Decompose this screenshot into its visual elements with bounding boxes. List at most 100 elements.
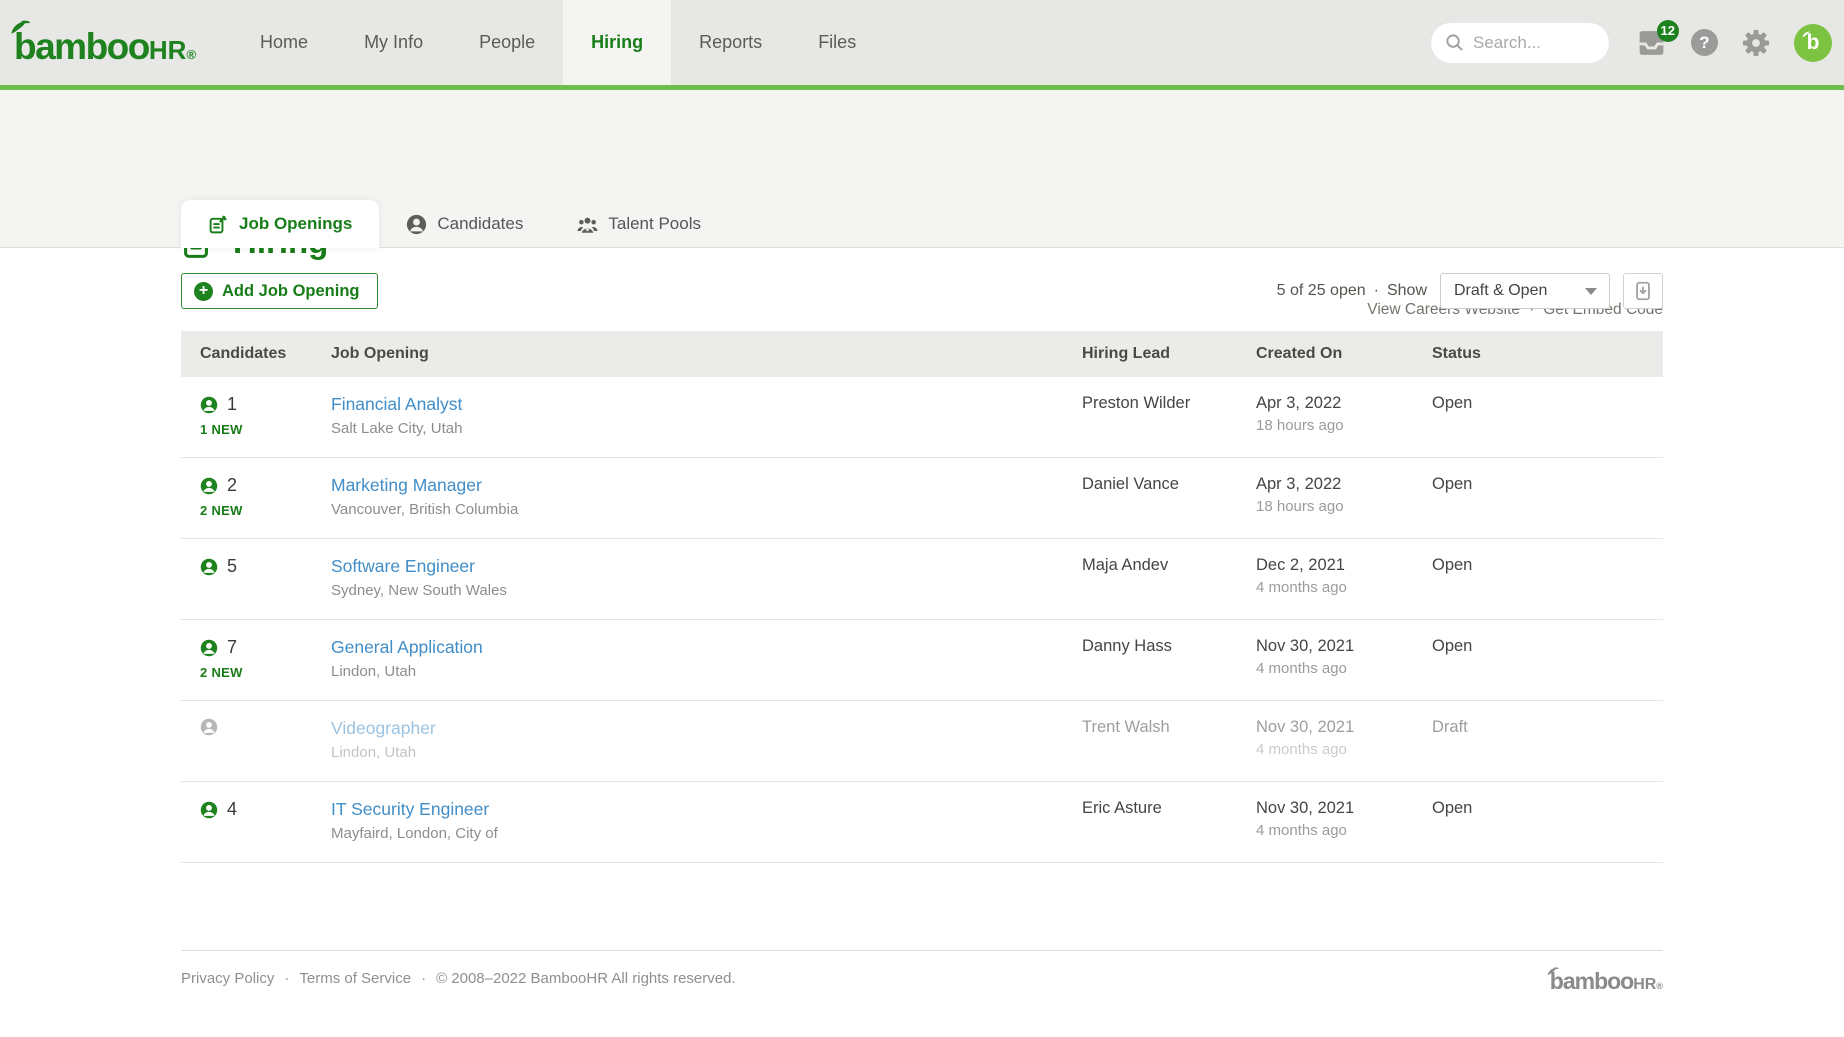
inbox-button[interactable]: 12 — [1635, 28, 1668, 58]
user-avatar[interactable]: b — [1794, 24, 1832, 62]
job-location: Mayfaird, London, City of — [331, 825, 1082, 842]
job-opening-cell: IT Security Engineer Mayfaird, London, C… — [331, 799, 1082, 848]
tab-job-openings-label: Job Openings — [239, 214, 352, 234]
header-candidates: Candidates — [200, 345, 331, 363]
tab-candidates-label: Candidates — [437, 214, 523, 234]
header-created-on: Created On — [1256, 345, 1432, 363]
list-controls: 5 of 25 open · Show Draft & Open — [1277, 273, 1663, 309]
candidates-count[interactable]: 5 — [227, 556, 237, 577]
new-candidates-badge[interactable]: 2 NEW — [200, 503, 331, 518]
status-value: Draft — [1432, 718, 1663, 767]
job-openings-table: Candidates Job Opening Hiring Lead Creat… — [181, 331, 1663, 863]
hiring-lead: Eric Asture — [1082, 799, 1256, 848]
notification-badge: 12 — [1657, 20, 1679, 42]
footer-logo-word: bamboo — [1550, 968, 1633, 995]
nav-hiring[interactable]: Hiring — [563, 0, 671, 85]
hiring-lead: Daniel Vance — [1082, 475, 1256, 524]
job-location: Lindon, Utah — [331, 663, 1082, 680]
nav-reports[interactable]: Reports — [671, 0, 790, 85]
footer-separator-2: · — [421, 970, 426, 987]
candidate-person-icon — [200, 558, 218, 576]
export-icon — [1632, 280, 1654, 302]
created-on-cell: Nov 30, 2021 4 months ago — [1256, 637, 1432, 686]
job-opening-cell: Videographer Lindon, Utah — [331, 718, 1082, 767]
candidates-count[interactable]: 7 — [227, 637, 237, 658]
candidate-person-icon — [200, 801, 218, 819]
chevron-down-icon — [1585, 288, 1597, 295]
tab-talent-pools-label: Talent Pools — [608, 214, 701, 234]
table-header-row: Candidates Job Opening Hiring Lead Creat… — [181, 331, 1663, 377]
add-job-opening-button[interactable]: + Add Job Opening — [181, 273, 378, 309]
job-opening-cell: Marketing Manager Vancouver, British Col… — [331, 475, 1082, 524]
candidates-count[interactable]: 4 — [227, 799, 237, 820]
candidate-person-icon — [200, 477, 218, 495]
footer-links: Privacy Policy · Terms of Service · © 20… — [181, 970, 736, 987]
status-value: Open — [1432, 394, 1663, 443]
job-location: Salt Lake City, Utah — [331, 420, 1082, 437]
new-candidates-badge[interactable]: 2 NEW — [200, 665, 331, 680]
job-opening-link[interactable]: Videographer — [331, 718, 436, 738]
terms-of-service-link[interactable]: Terms of Service — [299, 970, 411, 987]
hiring-lead: Trent Walsh — [1082, 718, 1256, 767]
job-opening-link[interactable]: IT Security Engineer — [331, 799, 489, 819]
candidates-cell — [200, 718, 331, 767]
footer-separator-1: · — [284, 970, 289, 987]
tab-job-openings[interactable]: Job Openings — [181, 200, 379, 248]
created-ago: 4 months ago — [1256, 822, 1432, 839]
created-on-cell: Apr 3, 2022 18 hours ago — [1256, 475, 1432, 524]
nav-files[interactable]: Files — [790, 0, 884, 85]
help-button[interactable]: ? — [1691, 29, 1718, 56]
nav-icon-cluster: 12 ? b — [1635, 24, 1832, 62]
job-opening-cell: General Application Lindon, Utah — [331, 637, 1082, 686]
copyright-text: © 2008–2022 BambooHR All rights reserved… — [436, 970, 736, 987]
nav-people[interactable]: People — [451, 0, 563, 85]
nav-menu: Home My Info People Hiring Reports Files — [232, 0, 884, 85]
global-search[interactable] — [1431, 23, 1609, 63]
new-candidates-badge[interactable]: 1 NEW — [200, 422, 331, 437]
job-opening-cell: Financial Analyst Salt Lake City, Utah — [331, 394, 1082, 443]
hiring-lead: Maja Andev — [1082, 556, 1256, 605]
job-opening-link[interactable]: Financial Analyst — [331, 394, 462, 414]
brand-accent-line — [0, 85, 1844, 90]
candidates-tab-icon — [406, 214, 427, 235]
status-filter-dropdown[interactable]: Draft & Open — [1440, 273, 1610, 309]
summary-separator: · — [1374, 282, 1379, 300]
hiring-tabs: Job Openings Candidates ★ Talent Pools — [181, 200, 728, 248]
settings-button[interactable] — [1741, 28, 1771, 58]
nav-home[interactable]: Home — [232, 0, 336, 85]
export-button[interactable] — [1623, 273, 1663, 309]
openings-summary: 5 of 25 open · Show — [1277, 282, 1427, 300]
bamboohr-logo[interactable]: bambooHR® — [14, 18, 196, 68]
candidates-cell: 1 1 NEW — [200, 394, 331, 443]
status-filter-value: Draft & Open — [1454, 282, 1547, 300]
created-date: Nov 30, 2021 — [1256, 799, 1432, 818]
job-opening-link[interactable]: General Application — [331, 637, 483, 657]
tab-candidates[interactable]: Candidates — [379, 200, 550, 248]
candidates-count[interactable]: 2 — [227, 475, 237, 496]
logo-suffix: HR — [149, 35, 187, 66]
table-row: 5 Software Engineer Sydney, New South Wa… — [181, 539, 1663, 620]
candidates-cell: 2 2 NEW — [200, 475, 331, 524]
job-location: Lindon, Utah — [331, 744, 1082, 761]
add-job-opening-label: Add Job Opening — [222, 282, 360, 301]
candidates-cell: 5 — [200, 556, 331, 605]
created-ago: 4 months ago — [1256, 741, 1432, 758]
search-input[interactable] — [1473, 33, 1593, 53]
created-date: Apr 3, 2022 — [1256, 475, 1432, 494]
candidates-count[interactable]: 1 — [227, 394, 237, 415]
table-row: 7 2 NEW General Application Lindon, Utah… — [181, 620, 1663, 701]
job-opening-link[interactable]: Software Engineer — [331, 556, 475, 576]
created-ago: 4 months ago — [1256, 660, 1432, 677]
job-opening-link[interactable]: Marketing Manager — [331, 475, 482, 495]
footer-leaf-icon — [1547, 967, 1560, 976]
created-on-cell: Apr 3, 2022 18 hours ago — [1256, 394, 1432, 443]
status-value: Open — [1432, 556, 1663, 605]
nav-my-info[interactable]: My Info — [336, 0, 451, 85]
help-icon: ? — [1699, 33, 1709, 53]
created-on-cell: Nov 30, 2021 4 months ago — [1256, 718, 1432, 767]
privacy-policy-link[interactable]: Privacy Policy — [181, 970, 274, 987]
job-location: Vancouver, British Columbia — [331, 501, 1082, 518]
hiring-lead: Preston Wilder — [1082, 394, 1256, 443]
candidate-person-icon — [200, 396, 218, 414]
tab-talent-pools[interactable]: ★ Talent Pools — [550, 200, 728, 248]
